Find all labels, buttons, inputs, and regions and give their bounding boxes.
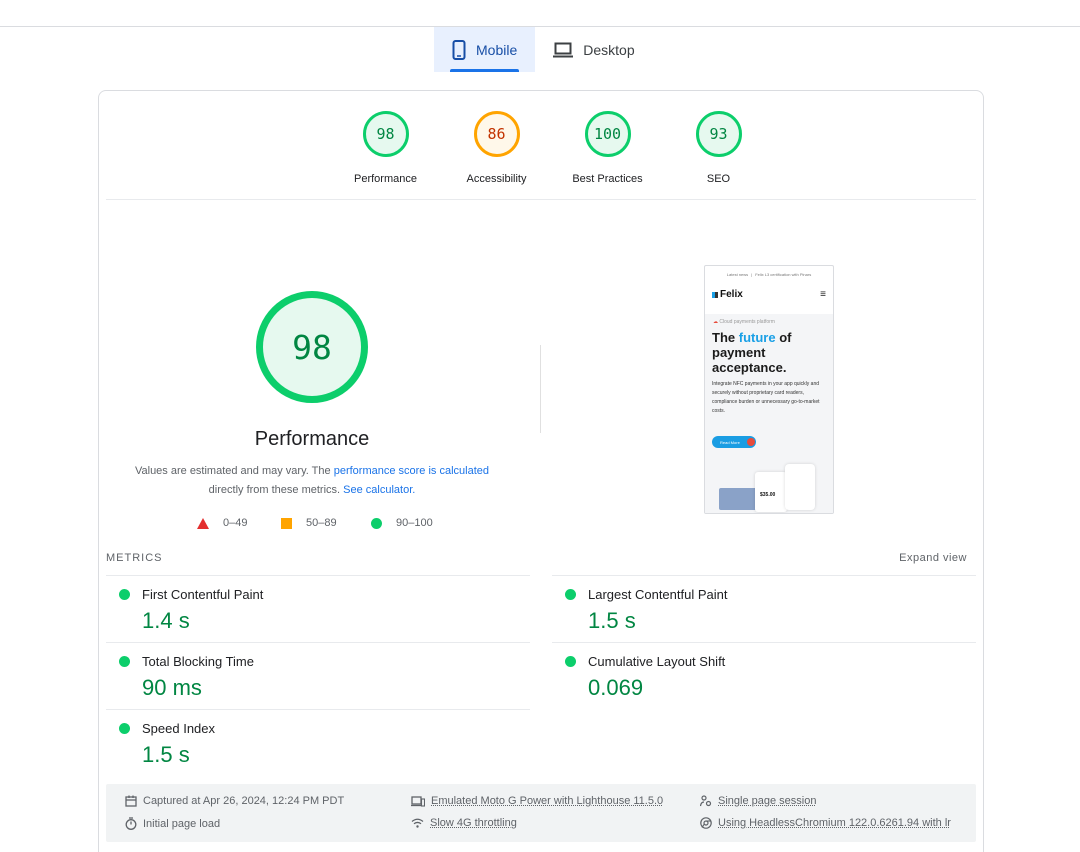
gauge-performance[interactable]: 98 Performance (330, 111, 441, 185)
payment-card-image (719, 488, 757, 510)
vertical-divider (540, 345, 541, 433)
metric-si: Speed Index 1.5 s (106, 709, 530, 776)
tab-mobile[interactable]: Mobile (434, 27, 535, 72)
hero-headline: The future of payment acceptance. (712, 330, 830, 375)
hero-kicker: ☁ Cloud payments platform (713, 319, 775, 325)
gauge-label: Performance (354, 173, 417, 185)
gauge-best-practices[interactable]: 100 Best Practices (552, 111, 663, 185)
gauge-seo[interactable]: 93 SEO (663, 111, 774, 185)
square-icon (281, 518, 292, 529)
hamburger-icon: ≡ (820, 291, 826, 299)
session-type[interactable]: Single page session (700, 795, 816, 807)
pass-icon (119, 589, 130, 600)
performance-title: Performance (212, 428, 412, 451)
gauge-accessibility[interactable]: 86 Accessibility (441, 111, 552, 185)
devices-icon (411, 796, 425, 807)
gauge-label: Best Practices (572, 173, 642, 185)
terminal-image: $35.00 (755, 472, 787, 512)
laptop-icon (553, 42, 573, 58)
desc-prefix: Values are estimated and may vary. The (135, 465, 334, 477)
tab-desktop-label: Desktop (583, 42, 634, 58)
tab-desktop[interactable]: Desktop (535, 27, 652, 72)
pass-icon (565, 589, 576, 600)
metric-name: Largest Contentful Paint (588, 587, 727, 602)
section-divider (106, 199, 976, 200)
gauge-label: Accessibility (467, 173, 527, 185)
screenshot-topbar: Latest news | Felix L3 certification wit… (705, 266, 833, 283)
pass-icon (565, 656, 576, 667)
runtime-settings: Captured at Apr 26, 2024, 12:24 PM PDT I… (106, 784, 976, 842)
keypad-image (785, 464, 815, 510)
metric-value: 1.4 s (142, 608, 190, 634)
topbar-right: Felix L3 certification with Pinars (755, 272, 811, 277)
terminal-price: $35.00 (760, 492, 775, 498)
metric-name: First Contentful Paint (142, 587, 263, 602)
legend-pass: 90–100 (371, 517, 433, 529)
device-tabs: Mobile Desktop (434, 27, 653, 72)
triangle-icon (197, 518, 209, 529)
smartphone-icon (452, 40, 466, 60)
people-icon (700, 795, 712, 807)
pass-icon (119, 656, 130, 667)
initial-load: Initial page load (125, 817, 220, 830)
desc-middle: directly from these metrics. (209, 484, 343, 496)
final-screenshot[interactable]: Latest news | Felix L3 certification wit… (704, 265, 834, 514)
performance-gauge: 98 (256, 291, 368, 403)
legend-average: 50–89 (281, 517, 337, 529)
metric-value: 0.069 (588, 675, 643, 701)
hero-cta: Read More (712, 436, 756, 448)
metric-value: 1.5 s (142, 742, 190, 768)
logo-text: Felix (720, 289, 743, 300)
see-calculator-link[interactable]: See calculator. (343, 484, 415, 496)
screenshot-nav: Felix ≡ (705, 283, 833, 300)
hero-body: Integrate NFC payments in your app quick… (712, 380, 830, 416)
metric-lcp: Largest Contentful Paint 1.5 s (552, 575, 976, 642)
calendar-icon (125, 795, 137, 807)
chrome-icon (700, 817, 712, 829)
gauge-score: 86 (474, 111, 520, 157)
category-gauges: 98 Performance 86 Accessibility 100 Best… (330, 111, 774, 185)
score-calculated-link[interactable]: performance score is calculated (334, 465, 489, 477)
performance-description: Values are estimated and may vary. The p… (122, 462, 502, 500)
captured-at: Captured at Apr 26, 2024, 12:24 PM PDT (125, 795, 344, 807)
metric-name: Speed Index (142, 721, 215, 736)
pass-icon (119, 723, 130, 734)
metrics-heading: METRICS (106, 552, 163, 564)
metric-tbt: Total Blocking Time 90 ms (106, 642, 530, 709)
legend-fail: 0–49 (197, 517, 247, 529)
metric-value: 90 ms (142, 675, 202, 701)
tab-mobile-label: Mobile (476, 42, 517, 58)
gauge-label: SEO (707, 173, 730, 185)
gauge-score: 100 (585, 111, 631, 157)
circle-icon (371, 518, 382, 529)
network-throttling[interactable]: Slow 4G throttling (411, 817, 517, 829)
gauge-score: 93 (696, 111, 742, 157)
timer-icon (125, 817, 137, 830)
gauge-score: 98 (363, 111, 409, 157)
metric-cls: Cumulative Layout Shift 0.069 (552, 642, 976, 709)
metric-name: Total Blocking Time (142, 654, 254, 669)
expand-view-button[interactable]: Expand view (899, 552, 967, 564)
metric-name: Cumulative Layout Shift (588, 654, 725, 669)
metric-value: 1.5 s (588, 608, 636, 634)
browser-info[interactable]: Using HeadlessChromium 122.0.6261.94 wit… (700, 817, 951, 829)
topbar-left: Latest news (727, 272, 748, 277)
legend-range: 90–100 (396, 517, 433, 529)
logo-mark-icon (712, 292, 718, 298)
wifi-icon (411, 818, 424, 828)
emulated-device[interactable]: Emulated Moto G Power with Lighthouse 11… (411, 795, 663, 807)
screenshot-hero: ☁ Cloud payments platform The future of … (705, 314, 834, 514)
legend-range: 50–89 (306, 517, 337, 529)
felix-logo: Felix (712, 289, 743, 300)
metric-fcp: First Contentful Paint 1.4 s (106, 575, 530, 642)
legend-range: 0–49 (223, 517, 247, 529)
